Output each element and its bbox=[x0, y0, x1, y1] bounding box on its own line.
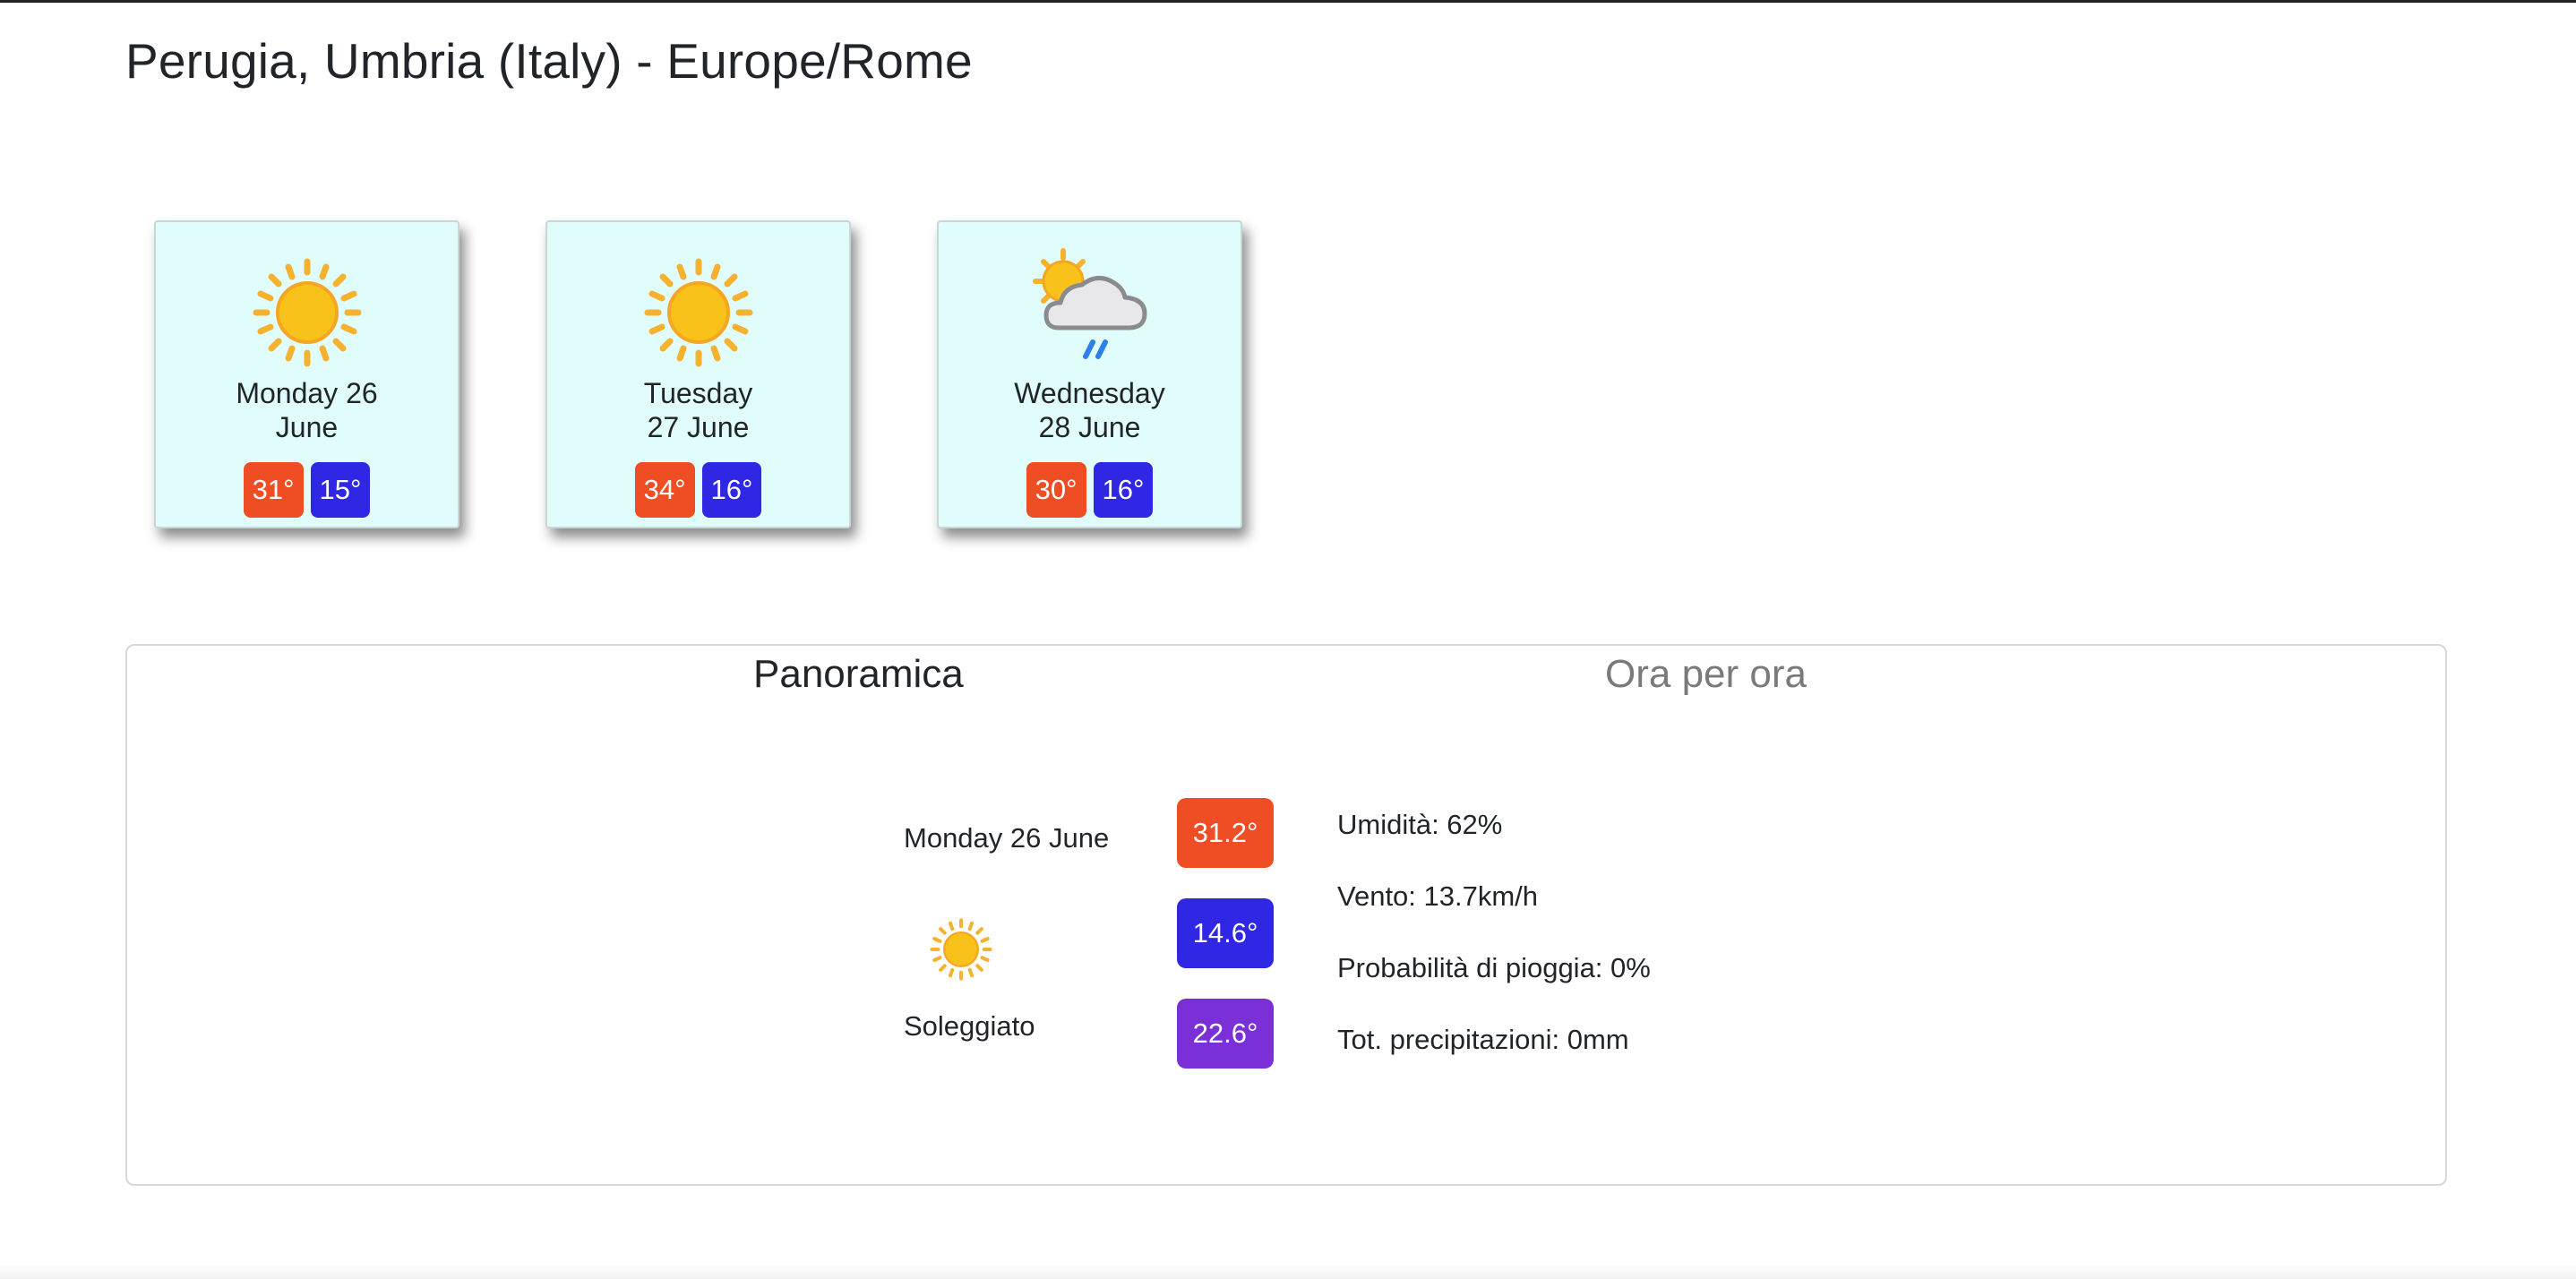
humidity-stat: Umidità: 62% bbox=[1337, 809, 1503, 840]
sun-cloud-rain-icon bbox=[1032, 248, 1146, 359]
min-temp-badge: 15° bbox=[310, 462, 371, 518]
overview-max-temp-badge: 31.2° bbox=[1177, 798, 1274, 868]
wind-stat: Vento: 13.7km/h bbox=[1337, 880, 1539, 912]
details-panel bbox=[125, 644, 2447, 1186]
overview-avg-temp-badge: 22.6° bbox=[1177, 999, 1274, 1069]
bottom-edge bbox=[0, 1265, 2576, 1279]
forecast-month: June bbox=[275, 411, 339, 443]
rain-probability-stat: Probabilità di pioggia: 0% bbox=[1337, 952, 1651, 983]
top-border bbox=[0, 0, 2576, 3]
tab-overview[interactable]: Panoramica bbox=[753, 652, 964, 697]
forecast-card-wednesday[interactable]: Wednesday 28 June 30° 16° bbox=[937, 220, 1242, 528]
max-temp-badge: 31° bbox=[243, 462, 304, 518]
sun-icon bbox=[644, 258, 752, 367]
tab-hourly[interactable]: Ora per ora bbox=[1605, 652, 1807, 697]
overview-date: Monday 26 June bbox=[904, 822, 1110, 854]
sun-icon bbox=[253, 258, 361, 367]
forecast-month: 27 June bbox=[647, 411, 750, 443]
max-temp-badge: 30° bbox=[1026, 462, 1086, 518]
page-title: Perugia, Umbria (Italy) - Europe/Rome bbox=[125, 33, 973, 89]
forecast-day: Monday 26 bbox=[236, 377, 378, 409]
forecast-day: Wednesday bbox=[1014, 377, 1165, 409]
forecast-card-monday[interactable]: Monday 26 June 31° 15° bbox=[154, 220, 459, 528]
min-temp-badge: 16° bbox=[701, 462, 762, 518]
min-temp-badge: 16° bbox=[1093, 462, 1154, 518]
sun-icon bbox=[930, 918, 992, 981]
forecast-month: 28 June bbox=[1038, 411, 1141, 443]
precipitation-stat: Tot. precipitazioni: 0mm bbox=[1337, 1024, 1629, 1055]
overview-min-temp-badge: 14.6° bbox=[1177, 898, 1274, 968]
max-temp-badge: 34° bbox=[634, 462, 695, 518]
forecast-day: Tuesday bbox=[643, 377, 753, 409]
overview-description: Soleggiato bbox=[904, 1010, 1035, 1042]
forecast-card-tuesday[interactable]: Tuesday 27 June 34° 16° bbox=[545, 220, 851, 528]
